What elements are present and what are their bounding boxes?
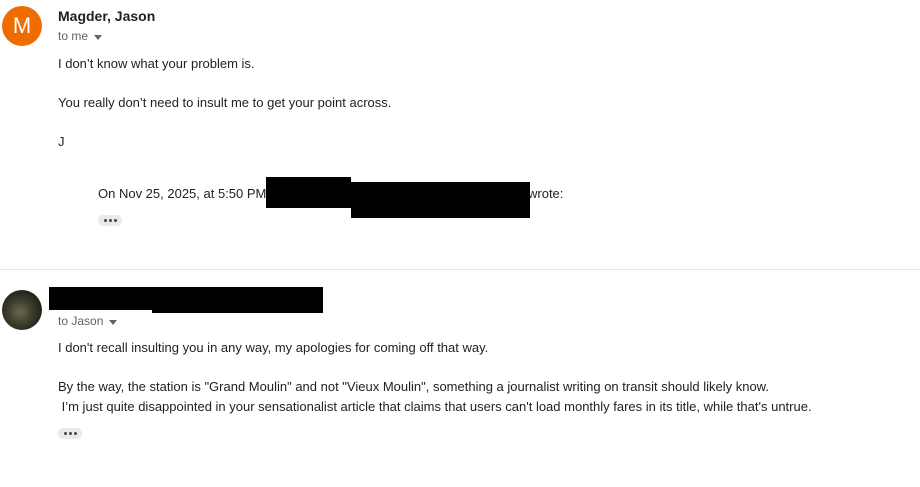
- message-body-line: You really don’t need to insult me to ge…: [58, 95, 392, 110]
- message-body-line: I’m just quite disappointed in your sens…: [58, 399, 812, 414]
- message-body-line: I don’t know what your problem is.: [58, 56, 255, 71]
- show-trimmed-content-button[interactable]: [98, 215, 122, 226]
- message-signature: J: [58, 134, 65, 149]
- more-horiz-icon-dot: [73, 432, 77, 435]
- sender-name-redaction: [49, 287, 152, 310]
- recipient-label: to me: [58, 29, 89, 43]
- more-horiz-icon-dot: [108, 219, 112, 222]
- more-horiz-icon: [103, 219, 107, 222]
- show-trimmed-content-button[interactable]: [58, 428, 82, 439]
- redaction-bar: [266, 177, 351, 208]
- message-1: M Magder, Jason to me I don’t know what …: [0, 0, 920, 268]
- message-2: to Jason I don't recall insulting you in…: [0, 270, 920, 487]
- redaction-bar: [351, 182, 530, 218]
- message-body-line: By the way, the station is "Grand Moulin…: [58, 379, 769, 394]
- message-body-line: I don't recall insulting you in any way,…: [58, 340, 489, 355]
- more-horiz-icon-dot: [113, 219, 117, 222]
- email-thread: M Magder, Jason to me I don’t know what …: [0, 0, 920, 487]
- more-horiz-icon-dot: [68, 432, 72, 435]
- recipient-label: to Jason: [58, 314, 104, 328]
- sender-name[interactable]: Magder, Jason: [58, 8, 155, 25]
- quoted-reply-suffix: wrote:: [528, 186, 564, 201]
- sender-avatar[interactable]: [2, 290, 42, 330]
- more-horiz-icon: [63, 432, 67, 435]
- chevron-down-icon[interactable]: [94, 34, 103, 40]
- recipient-details-toggle[interactable]: to me: [58, 29, 103, 44]
- chevron-down-icon[interactable]: [109, 319, 118, 325]
- recipient-details-toggle[interactable]: to Jason: [58, 314, 118, 329]
- sender-email-redaction: [152, 287, 323, 313]
- quoted-reply-header: On Nov 25, 2025, at 5:50 PM: [98, 186, 267, 201]
- sender-avatar[interactable]: M: [2, 6, 42, 46]
